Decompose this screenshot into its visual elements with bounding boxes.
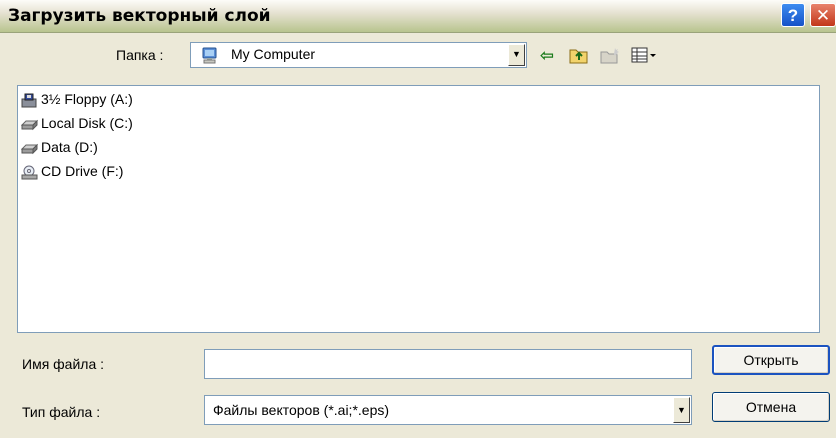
close-icon: ✕ [815, 6, 831, 25]
file-list[interactable]: 3½ Floppy (A:) Local Disk (C:) Data (D:)… [17, 85, 820, 333]
window-title: Загрузить векторный слой [8, 6, 271, 26]
list-item-local-disk[interactable]: Local Disk (C:) [21, 112, 133, 134]
list-item-label: CD Drive (F:) [41, 163, 124, 179]
chevron-down-icon[interactable]: ▼ [508, 44, 525, 66]
list-item-label: 3½ Floppy (A:) [41, 91, 133, 107]
filetype-value: Файлы векторов (*.ai;*.eps) [213, 402, 390, 418]
help-icon: ? [787, 6, 799, 25]
cancel-button[interactable]: Отмена [712, 392, 830, 422]
list-item-cd-drive[interactable]: CD Drive (F:) [21, 160, 123, 182]
help-button[interactable]: ? [781, 3, 805, 27]
back-arrow-icon: ⇦ [539, 46, 555, 65]
hard-disk-icon [21, 119, 38, 131]
lookin-label: Папка : [116, 47, 164, 63]
new-folder-icon [600, 48, 619, 64]
lookin-value: My Computer [231, 46, 316, 62]
views-menu-icon [631, 47, 656, 63]
list-item-label: Data (D:) [41, 139, 98, 155]
list-item-floppy[interactable]: 3½ Floppy (A:) [21, 88, 133, 110]
title-bar: Загрузить векторный слой ? ✕ [0, 0, 836, 33]
floppy-drive-icon [21, 93, 37, 108]
lookin-combo[interactable]: My Computer ▼ [190, 42, 527, 68]
cd-drive-icon [21, 165, 38, 180]
up-folder-icon [569, 49, 588, 64]
hard-disk-icon [21, 143, 38, 155]
filename-input[interactable] [204, 349, 692, 379]
back-button[interactable]: ⇦ [535, 44, 559, 68]
up-folder-button[interactable] [567, 44, 591, 68]
chevron-down-icon[interactable]: ▼ [673, 397, 690, 423]
filetype-label: Тип файла : [22, 404, 101, 420]
views-menu-button[interactable] [630, 44, 660, 68]
filetype-combo[interactable]: Файлы векторов (*.ai;*.eps) ▼ [204, 395, 692, 425]
list-item-label: Local Disk (C:) [41, 115, 133, 131]
list-item-data-disk[interactable]: Data (D:) [21, 136, 98, 158]
computer-icon [201, 47, 219, 67]
new-folder-button[interactable] [598, 44, 622, 68]
filename-label: Имя файла : [22, 356, 105, 372]
open-button[interactable]: Открыть [712, 345, 830, 375]
close-button[interactable]: ✕ [810, 3, 836, 27]
